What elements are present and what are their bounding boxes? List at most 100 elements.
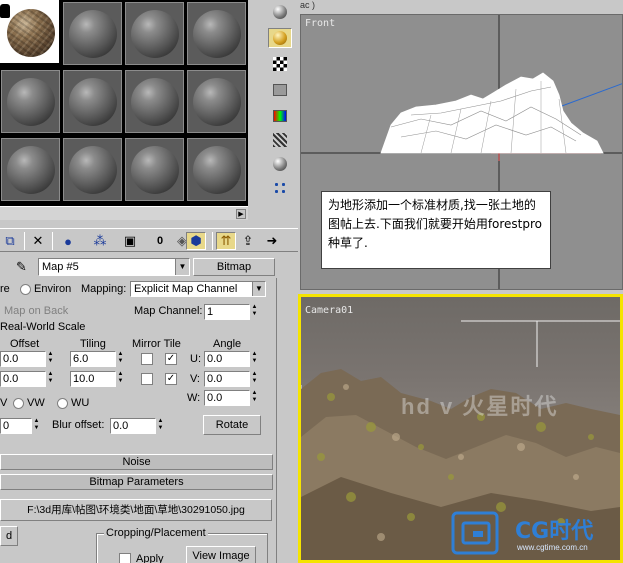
hand-cursor-icon — [0, 4, 10, 18]
put-to-library-button[interactable]: ▣ — [120, 232, 140, 250]
spinner-arrows-icon[interactable]: ▲ ▼ — [116, 371, 125, 387]
texture-label: re — [0, 283, 10, 295]
pick-material-icon[interactable]: ✎ — [16, 259, 27, 275]
sample-uv-tiling-icon — [273, 84, 287, 96]
v-tile-checkbox[interactable]: ✓ — [165, 373, 177, 385]
sample-slot[interactable] — [63, 70, 122, 133]
sample-uv-tiling-button[interactable] — [268, 80, 292, 100]
spinner-arrows-icon[interactable]: ▲ ▼ — [250, 351, 259, 367]
material-sphere — [193, 146, 241, 194]
u-angle-value: 0.0 — [207, 353, 223, 365]
spinner-arrows-icon[interactable]: ▲ ▼ — [116, 351, 125, 367]
v-offset-spinner[interactable]: 0.0 ▲ ▼ — [0, 371, 53, 387]
put-to-scene-button[interactable]: ⧉ — [0, 232, 20, 250]
map-channel-spinner[interactable]: 1 ▲ ▼ — [204, 304, 257, 320]
u-tiling-spinner[interactable]: 6.0 ▲ ▼ — [70, 351, 123, 367]
sample-slot[interactable] — [187, 2, 246, 65]
reset-map-button[interactable]: ✕ — [28, 232, 48, 250]
cg-time-logo: CG时代 www.cgtime.com.cn — [451, 509, 620, 559]
make-preview-button[interactable] — [268, 130, 292, 150]
sample-slot[interactable] — [1, 138, 60, 201]
material-editor: ▶ ⧉ ✕ ● ⁂ ▣ 0 ◈ ⬢ ⇈ ⇪ ➜ ✎ Map #5 ▼ Bitma… — [0, 0, 298, 563]
sample-slot[interactable] — [125, 2, 184, 65]
v-mirror-checkbox[interactable] — [141, 373, 153, 385]
spinner-arrows-icon[interactable]: ▲ ▼ — [46, 371, 55, 387]
background-button[interactable] — [268, 54, 292, 74]
spinner-arrows-icon[interactable]: ▲ ▼ — [250, 304, 259, 320]
camera-viewport[interactable]: Camera01 hd ᴠ 火星时代 CG时代 www.cgtime.com.c… — [298, 294, 623, 563]
blur-value: 0 — [3, 420, 10, 432]
scroll-right-icon[interactable]: ▶ — [236, 209, 246, 219]
reload-button[interactable]: d — [0, 526, 18, 546]
blur-offset-spinner[interactable]: 0.0 ▲ ▼ — [110, 418, 163, 434]
go-forward-to-sibling-button[interactable]: ⇪ — [238, 232, 258, 250]
sample-slot[interactable] — [187, 70, 246, 133]
map-name-field[interactable]: Map #5 ▼ — [38, 258, 190, 276]
w-angle-label: W: — [187, 392, 201, 404]
mapping-label: Mapping: — [81, 283, 127, 295]
sample-slot[interactable] — [1, 70, 60, 133]
spinner-arrows-icon[interactable]: ▲ ▼ — [46, 351, 55, 367]
select-by-material-button[interactable] — [268, 178, 292, 198]
cg-logo-text: CG时代 — [515, 519, 594, 544]
make-unique-button[interactable]: ⁂ — [90, 232, 110, 250]
options-button[interactable] — [268, 154, 292, 174]
viewport-area: ac ) Front 为地形添加一个标准材质,找一张土地的图帖上去.下面我们就要… — [298, 0, 623, 563]
show-end-result-button[interactable]: ⬢ — [186, 232, 206, 250]
u-angle-spinner[interactable]: 0.0 ▲ ▼ — [204, 351, 257, 367]
v-tiling-spinner[interactable]: 10.0 ▲ ▼ — [70, 371, 123, 387]
blur-offset-value: 0.0 — [113, 420, 129, 432]
material-sphere — [69, 10, 117, 58]
bitmap-path-button[interactable]: F:\3d用库\帖图\环境类\地面\草地\30291050.jpg — [0, 499, 272, 521]
sample-slot[interactable] — [63, 138, 122, 201]
blur-spinner[interactable]: 0 ▲ ▼ — [0, 418, 39, 434]
w-angle-spinner[interactable]: 0.0 ▲ ▼ — [204, 390, 257, 406]
u-mirror-checkbox[interactable] — [141, 353, 153, 365]
angle-header: Angle — [213, 338, 242, 350]
u-angle-label: U: — [190, 353, 201, 365]
material-id-channel-button[interactable]: 0 — [150, 232, 170, 250]
sample-slot[interactable] — [125, 138, 184, 201]
u-offset-value: 0.0 — [3, 353, 19, 365]
chevron-down-icon[interactable]: ▼ — [175, 259, 189, 275]
tiling-header: Tiling — [80, 338, 106, 350]
make-copy-button[interactable]: ● — [58, 232, 78, 250]
video-color-check-button[interactable] — [268, 106, 292, 126]
go-to-parent-icon: ⇈ — [220, 233, 232, 248]
spinner-arrows-icon[interactable]: ▲ ▼ — [32, 418, 41, 434]
mapping-dropdown[interactable]: Explicit Map Channel ▼ — [130, 281, 266, 297]
spinner-arrows-icon[interactable]: ▲ ▼ — [250, 390, 259, 406]
environ-radio[interactable] — [20, 284, 31, 295]
v-tiling-value: 10.0 — [73, 373, 95, 385]
wu-radio[interactable] — [57, 398, 68, 409]
spinner-arrows-icon[interactable]: ▲ ▼ — [156, 418, 165, 434]
sample-slot[interactable] — [125, 70, 184, 133]
rotate-button[interactable]: Rotate — [203, 415, 261, 435]
v-angle-spinner[interactable]: 0.0 ▲ ▼ — [204, 371, 257, 387]
front-viewport[interactable]: Front 为地形添加一个标准材质,找一张土地的图帖上去.下面我们就要开始用fo… — [300, 14, 623, 290]
wu-label: WU — [71, 397, 90, 409]
apply-checkbox[interactable] — [119, 553, 131, 563]
material-editor-scrollbar[interactable] — [276, 278, 296, 563]
mapping-value: Explicit Map Channel — [134, 283, 238, 295]
navigate-button[interactable]: ➜ — [262, 232, 282, 250]
show-end-result-icon: ⬢ — [190, 233, 202, 248]
sample-type-button[interactable] — [268, 2, 292, 22]
sample-slot[interactable] — [187, 138, 246, 201]
material-sphere — [193, 10, 241, 58]
bitmap-parameters-rollout[interactable]: Bitmap Parameters — [0, 474, 273, 490]
spinner-arrows-icon[interactable]: ▲ ▼ — [250, 371, 259, 387]
u-tile-checkbox[interactable]: ✓ — [165, 353, 177, 365]
chevron-down-icon[interactable]: ▼ — [252, 282, 265, 296]
view-image-button[interactable]: View Image — [186, 546, 256, 563]
go-to-parent-button[interactable]: ⇈ — [216, 232, 236, 250]
u-offset-spinner[interactable]: 0.0 ▲ ▼ — [0, 351, 53, 367]
blur-offset-label: Blur offset: — [52, 419, 105, 431]
backlight-button[interactable] — [268, 28, 292, 48]
vw-radio[interactable] — [13, 398, 24, 409]
sample-slot[interactable] — [63, 2, 122, 65]
background-checker-icon — [273, 57, 287, 71]
map-type-button[interactable]: Bitmap — [193, 258, 275, 276]
slot-scrollbar[interactable]: ▶ — [0, 206, 248, 220]
noise-rollout[interactable]: Noise — [0, 454, 273, 470]
